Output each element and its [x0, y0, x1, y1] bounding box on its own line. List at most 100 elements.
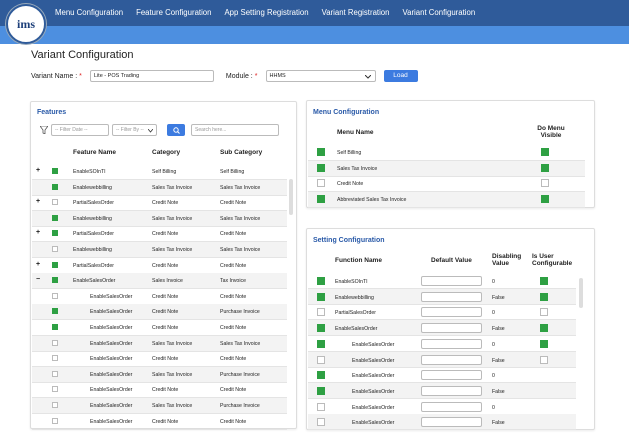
default-value-input[interactable]: [421, 323, 482, 334]
features-scrollbar[interactable]: [289, 179, 293, 215]
default-value-input[interactable]: [421, 291, 482, 302]
variant-row: Variant Name : * Lite - POS Trading Modu…: [31, 70, 418, 82]
menu-name: Abbreviated Sales Tax Invoice: [337, 196, 407, 203]
disabling-value: 0: [492, 310, 495, 317]
menu-visible-checkbox[interactable]: [541, 179, 549, 188]
disabling-value: 0: [492, 373, 495, 380]
search-icon: [172, 126, 180, 134]
setting-checkbox[interactable]: [317, 277, 325, 285]
expand-toggle-icon[interactable]: +: [36, 229, 40, 236]
feature-checkbox[interactable]: [52, 370, 58, 377]
search-button[interactable]: [167, 124, 185, 136]
nav-feature-configuration[interactable]: Feature Configuration: [136, 8, 211, 17]
disabling-value: 0: [492, 404, 495, 411]
setting-checkbox[interactable]: [317, 402, 325, 411]
feature-checkbox[interactable]: [52, 339, 58, 346]
setting-config-panel: Setting Configuration Function Name Defa…: [306, 228, 595, 431]
variant-name-label: Variant Name :: [31, 72, 78, 80]
menu-name: Credit Note: [337, 181, 364, 188]
ims-logo[interactable]: ims: [6, 4, 46, 44]
variant-name-input[interactable]: Lite - POS Trading: [89, 70, 214, 82]
filter-by-select[interactable]: -- Filter By --: [112, 124, 157, 136]
feature-name: EnableSalesOrder: [90, 387, 133, 394]
module-label: Module :: [225, 72, 253, 80]
default-value-input[interactable]: [421, 417, 482, 428]
main-nav: Menu Configuration Feature Configuration…: [55, 8, 488, 17]
default-value-input[interactable]: [421, 307, 482, 318]
col-category: Category: [152, 149, 181, 156]
function-name: EnableSalesOrder: [335, 326, 378, 333]
feature-name: EnableSalesOrder: [90, 309, 133, 316]
feature-checkbox[interactable]: [52, 277, 58, 284]
default-value-input[interactable]: [421, 401, 482, 412]
feature-checkbox[interactable]: [52, 230, 58, 237]
setting-checkbox[interactable]: [317, 418, 325, 427]
feature-checkbox[interactable]: [52, 261, 58, 268]
menu-visible-checkbox[interactable]: [541, 148, 549, 156]
feature-checkbox[interactable]: [52, 183, 58, 190]
expand-toggle-icon[interactable]: −: [36, 276, 40, 283]
menu-checkbox[interactable]: [317, 163, 325, 172]
feature-sub-category: Credit Note: [220, 293, 247, 300]
search-placeholder: Search here...: [195, 127, 227, 133]
feature-checkbox[interactable]: [52, 168, 58, 174]
menu-checkbox[interactable]: [317, 148, 325, 156]
expand-toggle-icon[interactable]: +: [36, 261, 40, 268]
menu-checkbox[interactable]: [317, 179, 325, 188]
nav-app-setting-registration[interactable]: App Setting Registration: [224, 8, 308, 17]
features-filter-bar: -- Filter Date -- -- Filter By -- Search…: [37, 124, 279, 136]
menu-visible-checkbox[interactable]: [541, 163, 549, 172]
setting-checkbox[interactable]: [317, 339, 325, 348]
feature-sub-category: Tax Invoice: [220, 278, 246, 285]
feature-category: Sales Tax Invoice: [152, 371, 193, 378]
feature-category: Self Billing: [152, 169, 177, 175]
nav-variant-registration[interactable]: Variant Registration: [322, 8, 390, 17]
setting-checkbox[interactable]: [317, 324, 325, 333]
feature-checkbox[interactable]: [52, 199, 58, 206]
function-name: Enablewebbilling: [335, 294, 374, 301]
user-configurable-checkbox[interactable]: [540, 324, 548, 333]
feature-sub-category: Credit Note: [220, 200, 247, 207]
expand-toggle-icon[interactable]: +: [36, 167, 40, 174]
menu-visible-checkbox[interactable]: [541, 194, 549, 203]
filter-date-select[interactable]: -- Filter Date --: [51, 124, 109, 136]
expand-toggle-icon[interactable]: +: [36, 198, 40, 205]
feature-checkbox[interactable]: [52, 324, 58, 330]
setting-checkbox[interactable]: [317, 355, 325, 364]
nav-variant-configuration[interactable]: Variant Configuration: [402, 8, 475, 17]
module-select[interactable]: HHMS: [265, 70, 376, 82]
user-configurable-checkbox[interactable]: [540, 308, 548, 317]
setting-checkbox[interactable]: [317, 386, 325, 395]
default-value-input[interactable]: [421, 370, 482, 381]
setting-checkbox[interactable]: [317, 371, 325, 380]
default-value-input[interactable]: [421, 354, 482, 365]
feature-checkbox[interactable]: [52, 417, 58, 424]
feature-checkbox[interactable]: [52, 308, 58, 315]
filter-icon[interactable]: [40, 126, 48, 134]
feature-checkbox[interactable]: [52, 214, 58, 221]
nav-menu-configuration[interactable]: Menu Configuration: [55, 8, 123, 17]
default-value-input[interactable]: [421, 385, 482, 396]
user-configurable-checkbox[interactable]: [540, 355, 548, 364]
default-value-input[interactable]: [421, 276, 482, 286]
feature-checkbox[interactable]: [52, 386, 58, 393]
setting-scrollbar[interactable]: [579, 278, 583, 308]
feature-sub-category: Self Billing: [220, 169, 245, 175]
feature-checkbox[interactable]: [52, 246, 58, 252]
user-configurable-checkbox[interactable]: [540, 292, 548, 301]
feature-checkbox[interactable]: [52, 292, 58, 299]
feature-category: Credit Note: [152, 309, 179, 316]
disabling-value: False: [492, 294, 505, 301]
feature-category: Credit Note: [152, 325, 179, 331]
user-configurable-checkbox[interactable]: [540, 277, 548, 285]
default-value-input[interactable]: [421, 338, 482, 349]
load-button[interactable]: Load: [383, 70, 418, 82]
feature-checkbox[interactable]: [52, 402, 58, 408]
user-configurable-checkbox[interactable]: [540, 339, 548, 348]
feature-checkbox[interactable]: [52, 355, 58, 362]
setting-checkbox[interactable]: [317, 308, 325, 317]
menu-checkbox[interactable]: [317, 194, 325, 203]
menu-config-title: Menu Configuration: [313, 109, 380, 116]
setting-checkbox[interactable]: [317, 292, 325, 301]
search-input[interactable]: Search here...: [191, 124, 279, 136]
